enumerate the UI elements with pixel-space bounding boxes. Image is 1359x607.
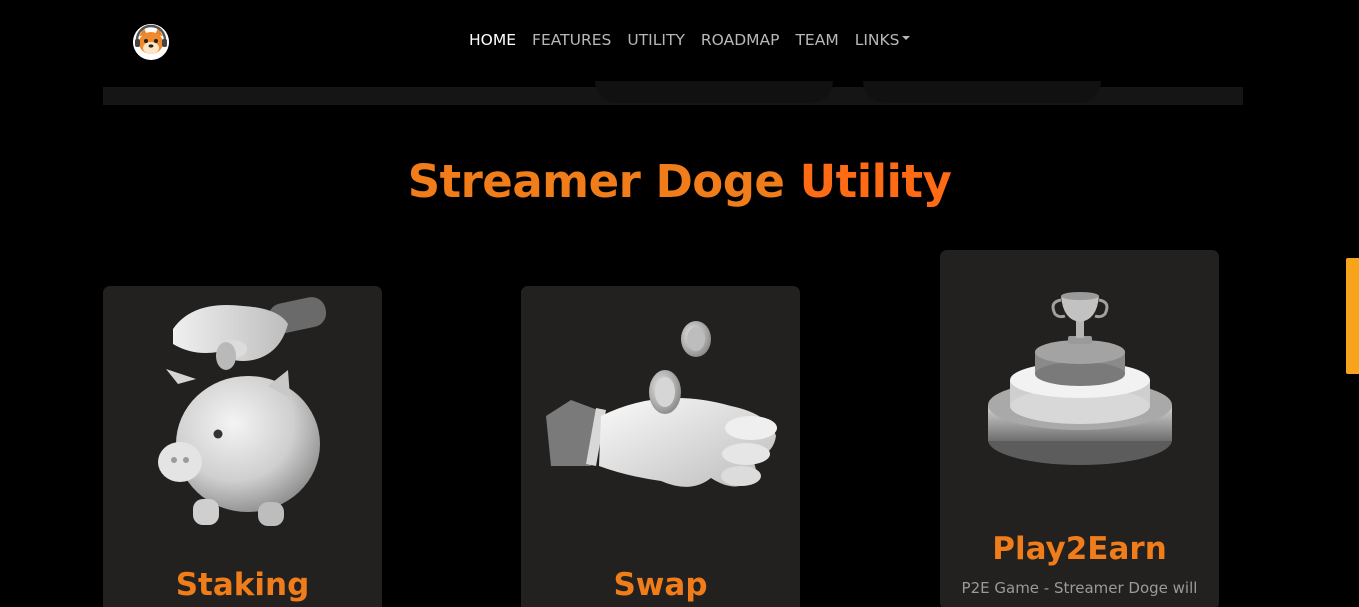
card-title: Staking <box>175 567 310 603</box>
section-title: Streamer Doge Utility <box>0 152 1359 212</box>
card-play2earn: Play2Earn P2E Game - Streamer Doge will <box>940 250 1219 607</box>
nav-team[interactable]: TEAM <box>795 30 838 50</box>
nav-links-dropdown[interactable]: LINKS <box>855 30 910 50</box>
previous-section-bottom <box>103 81 1243 105</box>
logo-icon[interactable] <box>133 24 169 60</box>
card-description: P2E Game - Streamer Doge will <box>961 579 1198 597</box>
card-title: Play2Earn <box>992 531 1167 567</box>
nav-roadmap[interactable]: ROADMAP <box>701 30 780 50</box>
card-title: Swap <box>613 567 708 603</box>
nav-home[interactable]: HOME <box>469 30 516 50</box>
card-staking: Staking <box>103 286 382 607</box>
nav-features[interactable]: FEATURES <box>532 30 611 50</box>
scrollbar-thumb[interactable] <box>1346 258 1359 374</box>
piggy-bank-coin-icon <box>158 297 327 526</box>
section-title-part2: Utility <box>799 155 952 208</box>
nav-links-label: LINKS <box>854 31 900 49</box>
chevron-down-icon <box>901 35 910 40</box>
trophy-podium-icon <box>988 292 1172 465</box>
section-title-part1: Streamer Doge <box>407 155 785 208</box>
hand-coins-icon <box>546 321 777 487</box>
page: HOME FEATURES UTILITY ROADMAP TEAM LINKS… <box>0 0 1359 607</box>
nav-links: HOME FEATURES UTILITY ROADMAP TEAM LINKS <box>469 30 926 50</box>
navbar: HOME FEATURES UTILITY ROADMAP TEAM LINKS <box>0 0 1359 82</box>
decorative-arc <box>863 81 1101 103</box>
decorative-arc <box>595 81 833 103</box>
nav-utility[interactable]: UTILITY <box>627 30 685 50</box>
card-swap: Swap <box>521 286 800 607</box>
